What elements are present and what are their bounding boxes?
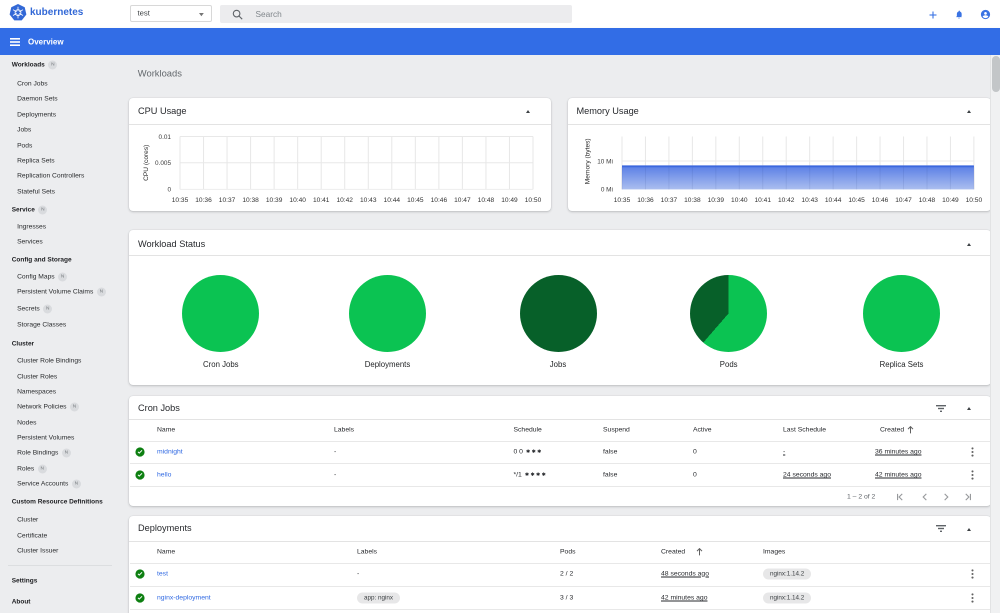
svg-text:10:36: 10:36	[637, 197, 654, 204]
svg-text:10:37: 10:37	[660, 197, 677, 204]
svg-text:10:44: 10:44	[384, 197, 401, 204]
svg-text:Memory (bytes): Memory (bytes)	[584, 138, 591, 184]
svg-text:10:39: 10:39	[266, 197, 283, 204]
svg-text:10:45: 10:45	[407, 197, 424, 204]
svg-text:10:41: 10:41	[313, 197, 330, 204]
svg-text:10:48: 10:48	[478, 197, 495, 204]
svg-text:10:46: 10:46	[431, 197, 448, 204]
svg-text:10:40: 10:40	[731, 197, 748, 204]
svg-text:10 Mi: 10 Mi	[597, 158, 613, 165]
svg-text:10:36: 10:36	[195, 197, 212, 204]
svg-text:10:42: 10:42	[777, 197, 794, 204]
svg-text:10:38: 10:38	[242, 197, 259, 204]
svg-text:10:44: 10:44	[824, 197, 841, 204]
svg-text:0: 0	[167, 187, 171, 194]
svg-text:10:45: 10:45	[848, 197, 865, 204]
svg-text:10:47: 10:47	[895, 197, 912, 204]
svg-text:0 Mi: 0 Mi	[600, 187, 612, 194]
svg-text:10:38: 10:38	[684, 197, 701, 204]
svg-text:10:49: 10:49	[942, 197, 959, 204]
svg-text:10:37: 10:37	[219, 197, 236, 204]
svg-text:10:35: 10:35	[172, 197, 189, 204]
svg-text:0.01: 0.01	[159, 134, 172, 141]
svg-text:10:39: 10:39	[707, 197, 724, 204]
svg-text:10:47: 10:47	[454, 197, 471, 204]
svg-text:10:50: 10:50	[965, 197, 982, 204]
svg-text:10:43: 10:43	[801, 197, 818, 204]
svg-text:10:46: 10:46	[871, 197, 888, 204]
svg-text:10:41: 10:41	[754, 197, 771, 204]
svg-text:10:43: 10:43	[360, 197, 377, 204]
svg-text:10:40: 10:40	[289, 197, 306, 204]
svg-text:10:35: 10:35	[613, 197, 630, 204]
svg-text:10:50: 10:50	[525, 197, 542, 204]
svg-text:CPU (cores): CPU (cores)	[143, 145, 150, 181]
svg-text:10:49: 10:49	[501, 197, 518, 204]
svg-text:10:48: 10:48	[918, 197, 935, 204]
svg-text:0.005: 0.005	[155, 160, 171, 167]
svg-text:10:42: 10:42	[336, 197, 353, 204]
